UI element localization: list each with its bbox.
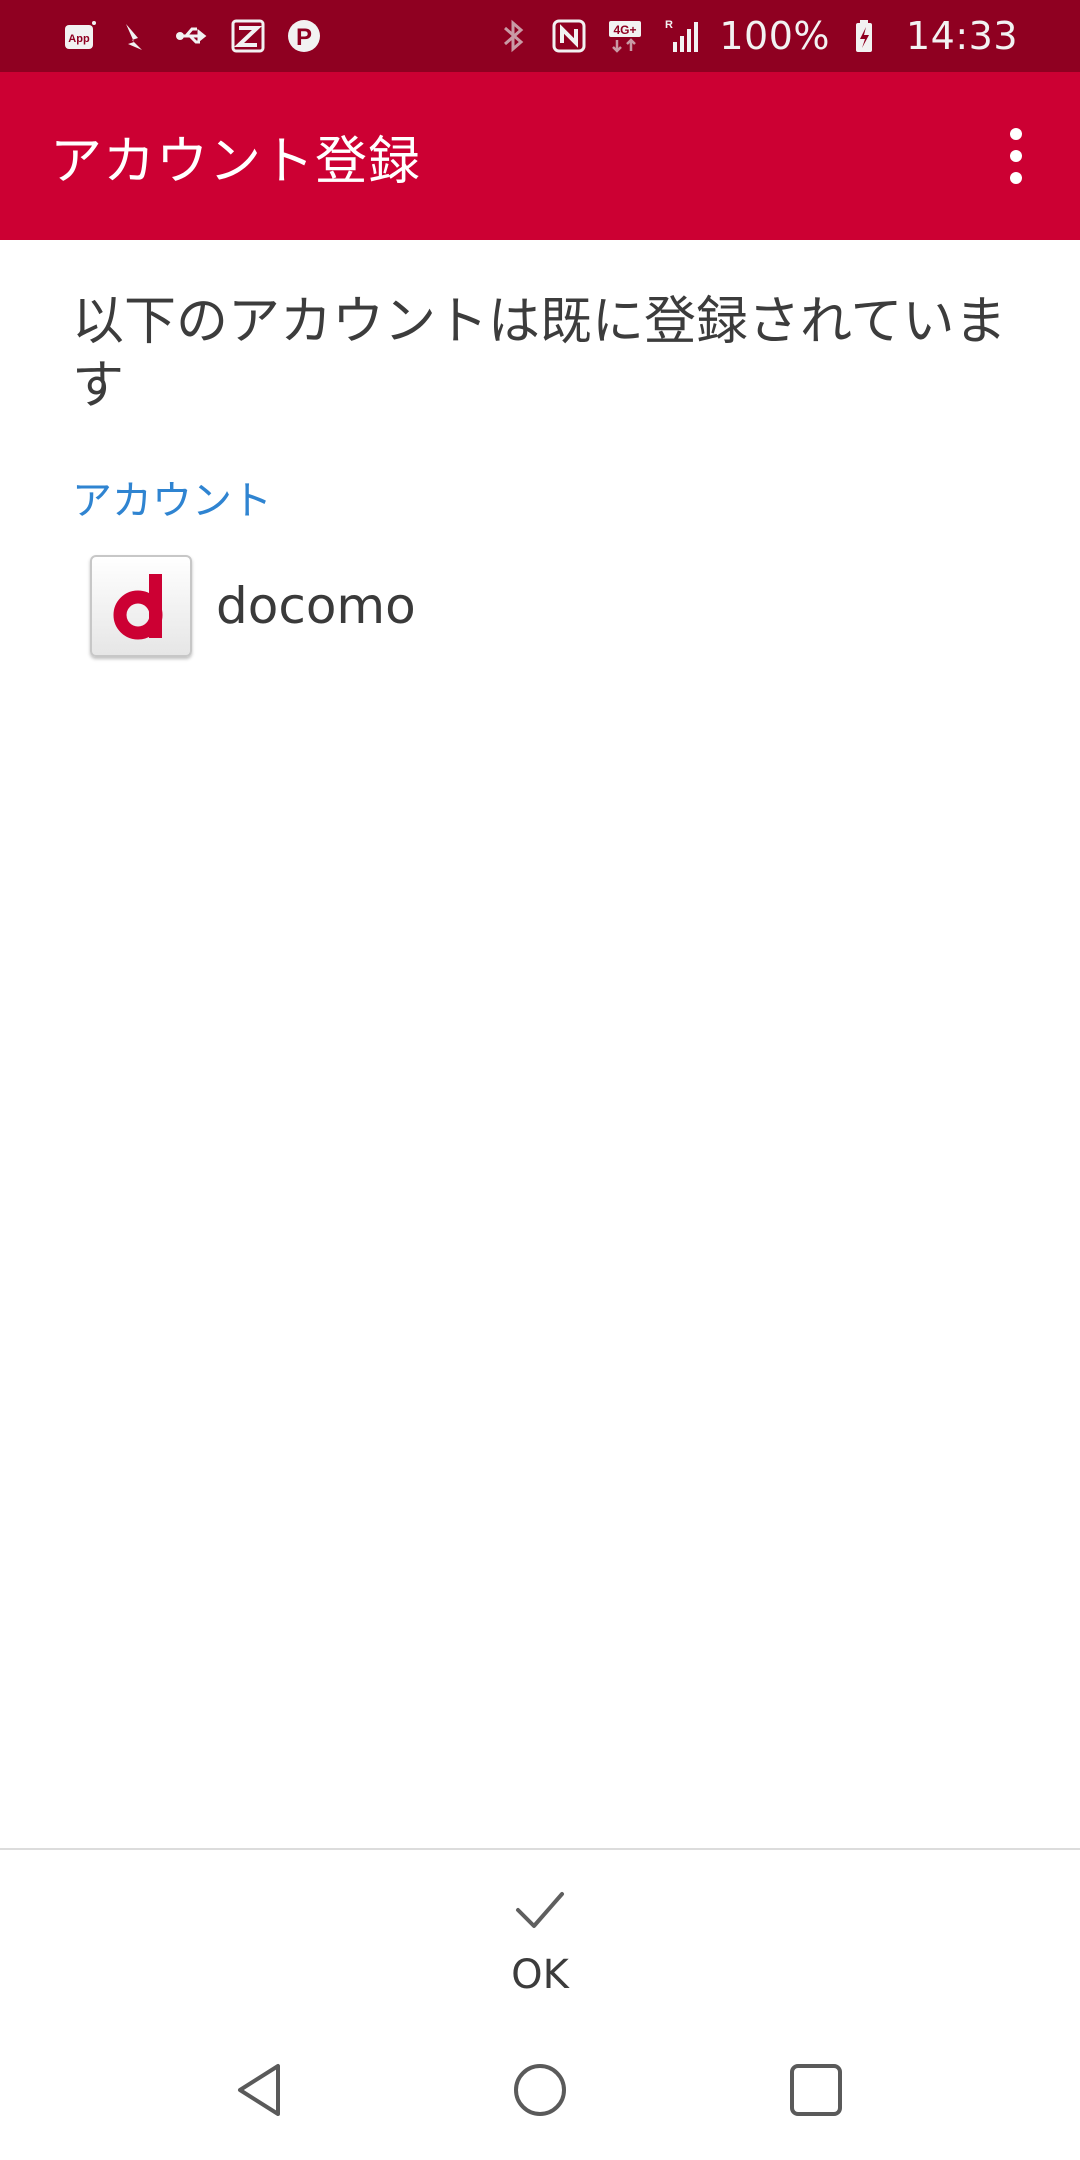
overflow-dot <box>1010 128 1022 140</box>
docomo-d-logo <box>90 555 192 657</box>
nfc-icon <box>551 18 587 54</box>
status-bar: App P 4G+ R 100% 14:33 <box>0 0 1080 72</box>
status-right-icons: 4G+ R 100% 14:33 <box>495 14 1018 58</box>
app-z-icon <box>230 18 266 54</box>
more-vert-icon[interactable] <box>980 120 1052 192</box>
network-4g-icon: 4G+ <box>607 18 643 54</box>
app-p-icon: P <box>286 18 322 54</box>
back-icon[interactable] <box>222 2050 302 2130</box>
status-left-icons: App P <box>62 18 322 54</box>
app-root: App P 4G+ R 100% 14:33 アカウント登録 以下のアカウントは… <box>0 0 1080 2160</box>
app-bar-title: アカウント登録 <box>50 131 422 192</box>
battery-charging-icon <box>850 18 886 54</box>
account-name: docomo <box>216 577 416 635</box>
check-icon <box>516 1892 564 1928</box>
svg-text:App: App <box>68 33 90 45</box>
battery-percent: 100% <box>719 14 830 58</box>
overflow-dot <box>1010 150 1022 162</box>
download-icon <box>118 18 154 54</box>
ok-label: OK <box>511 1952 569 1998</box>
svg-text:P: P <box>296 24 312 51</box>
overflow-dot <box>1010 172 1022 184</box>
home-icon[interactable] <box>500 2050 580 2130</box>
signal-icon: R <box>663 18 699 54</box>
app-notification-icon: App <box>62 18 98 54</box>
network-type: 4G+ <box>614 23 637 37</box>
app-bar: アカウント登録 <box>0 72 1080 240</box>
usb-icon <box>174 18 210 54</box>
roaming-indicator: R <box>665 19 673 31</box>
status-time: 14:33 <box>905 14 1018 58</box>
bottom-divider <box>0 1848 1080 1850</box>
bluetooth-icon <box>495 18 531 54</box>
account-list-item[interactable]: docomo <box>90 552 990 660</box>
navigation-bar <box>0 2020 1080 2160</box>
section-label-account: アカウント <box>72 478 272 524</box>
page-heading: 以下のアカウントは既に登録されています <box>72 292 1007 416</box>
recents-icon[interactable] <box>776 2050 856 2130</box>
ok-button[interactable]: OK <box>440 1870 640 2020</box>
